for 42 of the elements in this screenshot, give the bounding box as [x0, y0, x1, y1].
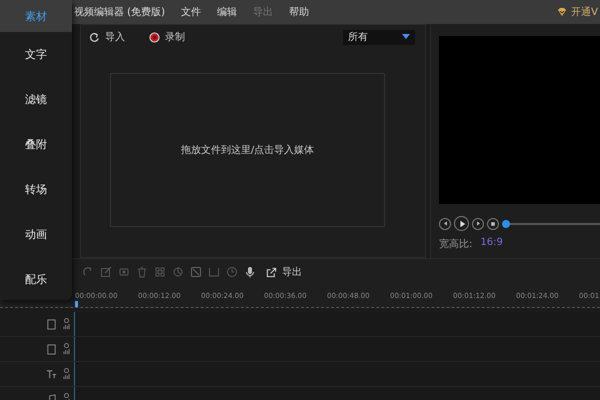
mask-icon[interactable]	[190, 266, 202, 278]
next-icon	[474, 220, 482, 227]
record-icon	[149, 32, 160, 42]
dropdown-arrow-icon	[402, 34, 410, 40]
microphone-icon[interactable]	[244, 266, 256, 278]
previous-button[interactable]	[439, 218, 451, 230]
import-button[interactable]: 导入	[89, 30, 125, 44]
drop-zone[interactable]: 拖放文件到这里/点击导入媒体	[110, 73, 385, 227]
filter-dropdown[interactable]: 所有	[343, 30, 415, 44]
drop-hint: 拖放文件到这里/点击导入媒体	[180, 144, 314, 157]
stop-icon	[490, 220, 496, 226]
window-title: 视频编辑器 (免费版)	[74, 6, 165, 19]
export-button[interactable]: 导出	[266, 265, 302, 279]
vip-button[interactable]: 开通V	[557, 5, 598, 19]
menu-item[interactable]: 文件	[180, 5, 201, 19]
sidebar-item[interactable]: 素材	[0, 0, 72, 32]
sidebar-item[interactable]: 动画	[0, 212, 72, 257]
aspect-value: 16:9	[480, 237, 503, 250]
next-button[interactable]	[472, 218, 484, 230]
refresh-icon	[89, 32, 100, 42]
track-options-icon[interactable]	[63, 343, 70, 355]
menu-item[interactable]: 帮助	[288, 5, 309, 19]
track-options-icon[interactable]	[63, 318, 70, 330]
text-track-icon	[46, 368, 57, 380]
sidebar-item[interactable]: 转场	[0, 167, 72, 212]
diamond-icon	[557, 7, 568, 17]
track-options-icon[interactable]	[63, 368, 70, 380]
stop-button[interactable]	[487, 218, 499, 230]
play-button[interactable]	[454, 216, 469, 231]
sidebar-item[interactable]: 叠附	[0, 122, 72, 167]
sidebar-item[interactable]: 配乐	[0, 257, 72, 302]
sidebar-item[interactable]: 滤镜	[0, 77, 72, 122]
sidebar-item[interactable]: 文字	[0, 32, 72, 77]
record-button[interactable]: 录制	[149, 30, 185, 44]
video-track-icon	[46, 318, 57, 330]
video-track-icon	[46, 344, 57, 354]
menu-item[interactable]: 编辑	[216, 5, 237, 19]
previous-icon	[442, 220, 448, 227]
progress-slider-thumb[interactable]	[502, 220, 510, 228]
play-icon	[458, 220, 466, 228]
aspect-label: 宽高比:	[439, 238, 472, 251]
export-icon	[266, 266, 277, 278]
